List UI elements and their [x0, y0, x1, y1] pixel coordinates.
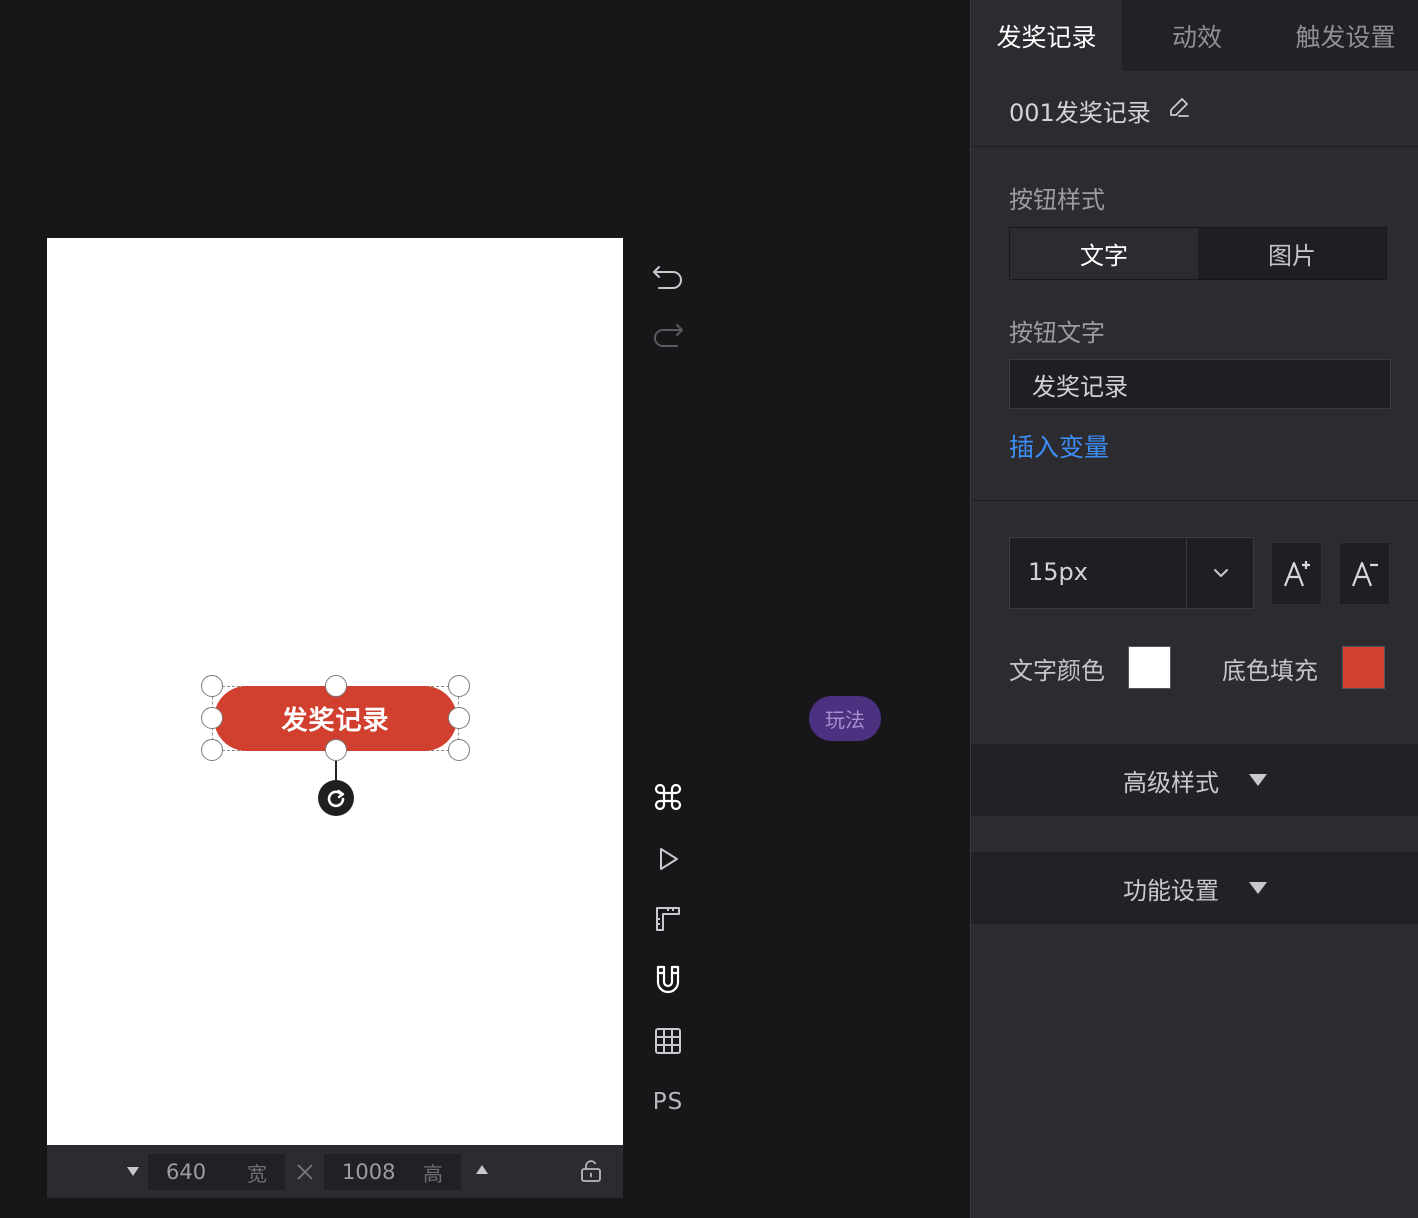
font-decrease-button[interactable] [1339, 542, 1390, 605]
fill-color-label: 底色填充 [1222, 657, 1318, 685]
gameplay-badge[interactable]: 玩法 [809, 696, 881, 741]
play-icon [660, 848, 678, 870]
button-style-toggle: 文字 图片 [1009, 227, 1387, 280]
resize-handle-right[interactable] [448, 707, 470, 729]
grid-button[interactable] [645, 1025, 691, 1057]
text-color-swatch[interactable] [1128, 646, 1171, 689]
preview-button[interactable] [645, 843, 691, 875]
tab-award-record[interactable]: 发奖记录 [971, 0, 1122, 71]
caret-down-icon [1249, 774, 1267, 786]
font-decrease-icon [1351, 561, 1378, 586]
panel-tabs: 发奖记录 动效 触发设置 [971, 0, 1418, 71]
insert-variable-link[interactable]: 插入变量 [1009, 428, 1109, 464]
chevron-down-icon [1214, 569, 1228, 577]
height-value: 1008 [342, 1160, 396, 1184]
resize-handle-bottom[interactable] [325, 739, 347, 761]
tab-trigger-settings[interactable]: 触发设置 [1272, 0, 1418, 71]
component-name-row: 001发奖记录 [971, 71, 1418, 147]
font-size-select[interactable]: 15px [1009, 537, 1254, 609]
font-increase-icon [1283, 560, 1310, 586]
advanced-style-label: 高级样式 [1123, 768, 1219, 797]
redo-icon [654, 324, 683, 347]
canvas-stage: 发奖记录 640 宽 1008 高 PS 玩法 [0, 0, 970, 1218]
font-increase-button[interactable] [1271, 542, 1322, 605]
caret-up-icon[interactable] [476, 1165, 488, 1174]
undo-icon [653, 266, 682, 289]
canvas-toolbar: PS [645, 0, 691, 1218]
ruler-icon [656, 907, 680, 931]
height-unit: 高 [423, 1161, 443, 1186]
resize-handle-top-left[interactable] [201, 675, 223, 697]
font-size-value: 15px [1028, 558, 1088, 586]
width-unit: 宽 [247, 1161, 267, 1186]
editor-window: 发奖记录 640 宽 1008 高 PS 玩法 发奖记录 动效 触发设置 001… [0, 0, 1418, 1218]
ruler-button[interactable] [645, 903, 691, 935]
style-option-image[interactable]: 图片 [1198, 228, 1386, 279]
redo-button[interactable] [645, 320, 691, 352]
height-field[interactable]: 1008 高 [324, 1154, 461, 1190]
caret-down-icon [1249, 882, 1267, 894]
command-icon [654, 783, 682, 811]
style-option-text[interactable]: 文字 [1010, 228, 1198, 279]
function-settings-label: 功能设置 [1123, 876, 1219, 905]
rotate-handle[interactable] [318, 780, 354, 816]
snap-button[interactable] [645, 963, 691, 997]
advanced-style-section[interactable]: 高级样式 [971, 744, 1418, 816]
tab-animation[interactable]: 动效 [1122, 0, 1272, 71]
resize-handle-left[interactable] [201, 707, 223, 729]
width-field[interactable]: 640 宽 [148, 1154, 285, 1190]
times-icon [297, 1164, 313, 1180]
shortcuts-button[interactable] [645, 781, 691, 813]
width-value: 640 [166, 1160, 207, 1184]
resize-handle-top[interactable] [325, 675, 347, 697]
function-settings-section[interactable]: 功能设置 [971, 852, 1418, 924]
button-text-label: 按钮文字 [1009, 319, 1105, 347]
unlock-icon[interactable] [579, 1159, 603, 1183]
button-text-input[interactable]: 发奖记录 [1009, 359, 1391, 409]
resize-handle-bottom-right[interactable] [448, 739, 470, 761]
ps-button[interactable]: PS [645, 1086, 691, 1118]
select-separator [1186, 538, 1187, 608]
magnet-icon [656, 965, 680, 994]
button-style-label: 按钮样式 [1009, 186, 1105, 214]
component-name: 001发奖记录 [1009, 99, 1151, 127]
edit-icon[interactable] [1167, 95, 1191, 119]
fill-color-swatch[interactable] [1342, 646, 1385, 689]
ps-label: PS [652, 1089, 684, 1115]
resize-handle-top-right[interactable] [448, 675, 470, 697]
rotate-connector [335, 761, 337, 781]
rotate-icon [327, 789, 345, 808]
grid-icon [655, 1028, 681, 1054]
caret-down-icon[interactable] [127, 1167, 139, 1176]
artboard-size-bar: 640 宽 1008 高 [47, 1145, 623, 1198]
undo-button[interactable] [645, 262, 691, 294]
resize-handle-bottom-left[interactable] [201, 739, 223, 761]
text-color-label: 文字颜色 [1009, 657, 1105, 685]
section-divider [971, 500, 1418, 501]
properties-panel: 发奖记录 动效 触发设置 001发奖记录 按钮样式 文字 图片 按钮文字 发奖记… [970, 0, 1418, 1218]
